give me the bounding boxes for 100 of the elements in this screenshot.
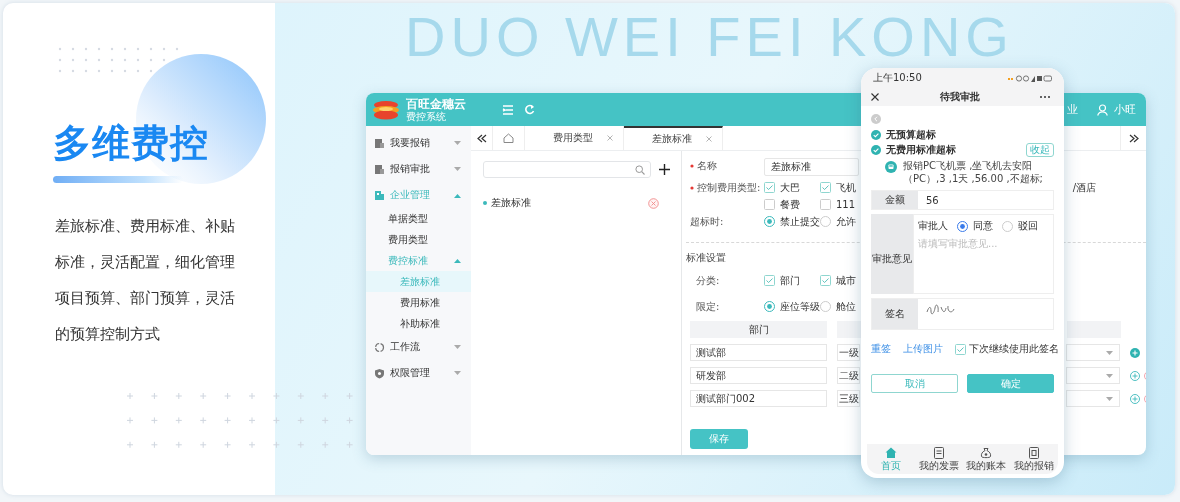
option-label: 驳回: [1018, 219, 1038, 233]
document-icon: [374, 137, 385, 149]
radio-button[interactable]: [820, 301, 831, 312]
refresh-icon[interactable]: [524, 104, 535, 115]
checkbox[interactable]: [820, 275, 831, 286]
bus-icon: [885, 161, 897, 173]
option-label: 大巴: [780, 180, 800, 195]
add-icon[interactable]: [659, 164, 670, 175]
option-label: 飞机: [836, 180, 856, 195]
section-title: 标准设置: [686, 251, 726, 265]
search-field[interactable]: [483, 161, 651, 178]
background-text: DUO WEI FEI KONG: [405, 9, 1014, 65]
circle-icon: [374, 341, 385, 353]
home-icon: [884, 447, 897, 459]
close-icon[interactable]: [871, 93, 879, 101]
menu-icon[interactable]: [502, 104, 514, 115]
radio-button[interactable]: [764, 216, 775, 227]
field-label: 超标时:: [690, 215, 724, 229]
sidebar-item[interactable]: 工作流: [366, 334, 471, 360]
field-label: 签名: [872, 299, 918, 329]
radio-button[interactable]: [957, 220, 968, 232]
caret-icon: [454, 140, 461, 146]
option-label: 同意: [973, 219, 993, 233]
money-bag-icon: [980, 447, 993, 459]
dropdown[interactable]: [1066, 344, 1120, 361]
radio-button[interactable]: [820, 216, 831, 227]
field-label: 控制费用类型:: [697, 181, 761, 195]
sidebar-item[interactable]: 费用标准: [366, 292, 471, 313]
field-label: 名称: [697, 159, 717, 173]
header-text: 业: [1067, 102, 1078, 117]
back-icon[interactable]: [871, 114, 881, 124]
sidebar-item[interactable]: 单据类型: [366, 208, 471, 229]
option-label: 座位等级: [780, 299, 820, 314]
expense-detail: 报销PC飞机票 ,坐飞机去安阳（PC）,3 ,1天 ,56.00 ,不超标;: [903, 159, 1044, 185]
caret-icon: [1106, 350, 1113, 355]
signature-drawing: [926, 304, 956, 316]
delete-icon[interactable]: [648, 197, 659, 209]
checkbox[interactable]: [820, 182, 831, 193]
option-label: 禁止提交: [780, 214, 820, 229]
option-label: /酒店: [1072, 181, 1096, 195]
input-field[interactable]: 测试部: [690, 344, 827, 361]
logo-icon: [372, 98, 400, 121]
checkbox[interactable]: [764, 199, 775, 210]
input-field[interactable]: 测试部门002: [690, 390, 827, 407]
checkbox[interactable]: [764, 275, 775, 286]
link[interactable]: 重签: [871, 342, 891, 356]
check-label: 无预算超标: [886, 127, 936, 142]
nav-item[interactable]: 我的报销: [1010, 444, 1058, 474]
bullet-icon: [483, 201, 487, 205]
checkbox[interactable]: [820, 199, 831, 210]
status-icons: [1008, 74, 1052, 82]
nav-item[interactable]: 我的发票: [914, 444, 963, 474]
check-label: 无费用标准超标: [886, 142, 956, 157]
check-circle-icon: [871, 144, 881, 155]
required-icon: [690, 186, 694, 190]
tree-item[interactable]: 差旅标准: [491, 196, 531, 210]
checkbox[interactable]: [955, 343, 966, 355]
column-header: [1067, 321, 1121, 338]
intro-title: 多维费控: [53, 120, 209, 167]
option-label: 允许: [836, 214, 856, 229]
document-icon: [374, 163, 385, 175]
user-icon: [1097, 103, 1108, 116]
field-label: 分类:: [696, 274, 720, 288]
screen-title: 待我审批: [939, 90, 980, 104]
check-circle-icon: [871, 129, 881, 140]
dropdown[interactable]: [1066, 390, 1120, 407]
checkbox-label: 下次继续使用此签名: [969, 342, 1059, 356]
checkbox[interactable]: [764, 182, 775, 193]
expand-button[interactable]: [1120, 126, 1146, 150]
input-field[interactable]: 差旅标准: [764, 158, 859, 176]
sidebar-item[interactable]: 费用类型: [366, 229, 471, 250]
status-time: 上午10:50: [873, 71, 922, 85]
caret-icon: [454, 258, 461, 263]
search-icon: [635, 164, 645, 175]
radio-button[interactable]: [1002, 220, 1013, 232]
input-field[interactable]: 研发部: [690, 367, 827, 384]
shield-icon: [374, 367, 385, 379]
caret-icon: [454, 344, 461, 350]
caret-icon: [454, 370, 461, 376]
link[interactable]: 上传图片: [903, 342, 943, 356]
tab[interactable]: 差旅标准: [624, 126, 723, 150]
dropdown[interactable]: 一级: [837, 344, 860, 361]
field-label: 审批意见: [871, 214, 913, 294]
radio-button[interactable]: [764, 301, 775, 312]
option-label: 舱位: [836, 299, 856, 314]
dropdown[interactable]: [1066, 367, 1120, 384]
sidebar-item[interactable]: 补助标准: [366, 313, 471, 334]
caret-icon: [454, 192, 461, 198]
nav-item[interactable]: 我的账本: [962, 444, 1011, 474]
sidebar-item[interactable]: 报销审批: [366, 156, 471, 182]
double-chevron-right-icon: [1128, 133, 1139, 143]
dropdown[interactable]: 二级: [837, 367, 860, 384]
dropdown[interactable]: 三级: [837, 390, 860, 407]
option-label: 城市: [836, 273, 856, 288]
sidebar-item[interactable]: 权限管理: [366, 360, 471, 386]
sidebar-item[interactable]: 我要报销: [366, 130, 471, 156]
approver-label: 审批人: [918, 219, 948, 233]
document-icon: [1028, 447, 1041, 459]
option-label: 餐费: [780, 197, 800, 212]
column-header: [837, 321, 861, 338]
